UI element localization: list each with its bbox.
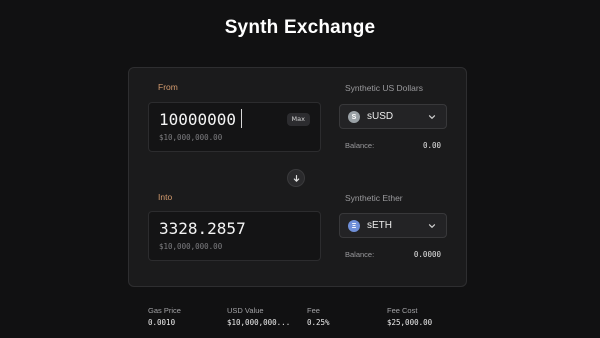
into-balance-value: 0.0000 [413, 250, 441, 259]
from-balance-value: 0.00 [422, 141, 441, 150]
into-amount-input[interactable]: 3328.2857 $10,000,000.00 [148, 211, 321, 261]
from-balance-label: Balance: [345, 141, 375, 150]
from-amount-value[interactable]: 10000000 [159, 110, 236, 129]
arrow-down-icon [293, 174, 299, 182]
stat-usd-value: USD Value $10,000,000... [227, 306, 290, 327]
max-button[interactable]: Max [286, 113, 310, 126]
chevron-down-icon [428, 115, 436, 119]
into-label: Into [158, 192, 173, 202]
stat-value: $25,000.00 [387, 318, 433, 327]
stat-value: 0.0010 [148, 318, 176, 327]
from-token-select[interactable]: S sUSD [339, 104, 447, 129]
text-caret [241, 109, 242, 128]
stat-gas-price: Gas Price 0.0010 [148, 306, 181, 327]
into-usd-value: $10,000,000.00 [159, 242, 223, 251]
into-token-select[interactable]: Ξ sETH [339, 213, 447, 238]
into-token-name: sETH [367, 220, 392, 231]
stat-label: USD Value [227, 306, 264, 315]
from-label: From [158, 82, 178, 92]
into-balance-label: Balance: [345, 250, 375, 259]
stat-label: Gas Price [148, 306, 181, 315]
page-title: Synth Exchange [224, 17, 376, 38]
from-amount-input[interactable]: 10000000 Max $10,000,000.00 [148, 102, 321, 152]
stat-label: Fee Cost [387, 306, 418, 315]
stat-value: $10,000,000... [227, 318, 291, 327]
from-usd-value: $10,000,000.00 [159, 133, 223, 142]
into-currency-label: Synthetic Ether [345, 193, 403, 203]
stat-fee: Fee 0.25% [307, 306, 330, 327]
into-amount-value[interactable]: 3328.2857 [159, 219, 246, 238]
susd-token-icon: S [348, 111, 360, 123]
stat-fee-cost: Fee Cost $25,000.00 [387, 306, 432, 327]
seth-token-icon: Ξ [348, 220, 360, 232]
chevron-down-icon [428, 224, 436, 228]
stat-value: 0.25% [307, 318, 330, 327]
from-token-name: sUSD [367, 111, 394, 122]
from-currency-label: Synthetic US Dollars [345, 83, 423, 93]
stat-label: Fee [307, 306, 320, 315]
swap-direction-button[interactable] [287, 169, 305, 187]
